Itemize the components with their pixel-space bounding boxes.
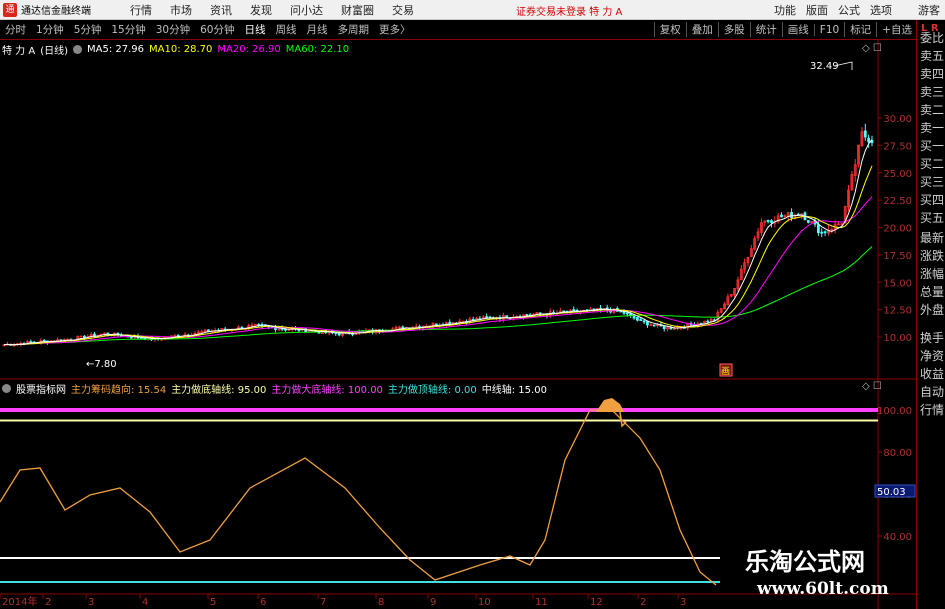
time-axis-label: 2 [640,597,646,608]
candle-body [646,321,649,326]
indicator-info: 股票指标网 主力筹码趋向: 15.54 主力做底轴线: 95.00 主力做大底轴… [2,381,552,396]
indicator-window-control-icons[interactable]: ◇ ☐ [862,381,882,392]
ma5-label: MA5: 27.96 [87,43,145,55]
time-axis-label: 4 [142,597,148,608]
candle-body [706,320,710,323]
time-axis-label: 8 [378,597,384,608]
stock-name: 特 力 A [2,45,36,57]
candle-body [129,336,133,339]
ma20-line [3,196,873,346]
price-tick-label: 10.00 [883,333,912,344]
watermark-title: 乐淘公式网 [745,548,865,576]
price-tick-label: 20.00 [883,224,912,235]
price-tick-label: 30.00 [883,114,912,125]
candle-body [806,220,810,223]
main-chart-info: 特 力 A (日线) MA5: 27.96 MA10: 28.70 MA20: … [2,42,354,57]
ma60-label: MA60: 22.10 [285,43,350,55]
ma60-line [3,246,873,346]
time-axis-label: 3 [680,597,686,608]
time-axis-label: 11 [535,597,548,608]
candle-body [867,137,871,143]
indicator-item-top-axis: 主力做顶轴线: 0.00 [387,384,477,396]
ma10-label: MA10: 28.70 [149,43,213,55]
time-axis-label: 10 [478,597,491,608]
price-tick-label: 17.50 [883,251,912,262]
time-axis-label: 6 [260,597,266,608]
ma10-line [3,165,873,346]
candle-body [790,212,793,219]
indicator-item-mid-axis: 中线轴: 15.00 [481,384,547,396]
peak-arrow [619,411,627,428]
ma20-label: MA20: 26.90 [217,43,281,55]
candle-body [652,324,656,327]
candle-body [863,130,867,138]
candle-body [780,214,783,218]
time-axis-label: 9 [430,597,436,608]
peak-marker [596,398,624,412]
indicator-settings-icon[interactable] [2,383,11,393]
indicator-item-bottom-axis: 主力做底轴线: 95.00 [171,384,267,396]
candle-body [485,316,488,318]
indicator-tick-label: 100.00 [877,406,912,417]
indicator-tick-label: 80.00 [883,448,912,459]
time-axis-label: 12 [590,597,603,608]
settings-icon[interactable] [73,44,83,54]
time-axis-label: 5 [210,597,216,608]
kline-chart[interactable]: 30.00 27.50 25.00 22.50 20.00 17.50 15.00 12.50… [0,0,945,609]
event-marker-label: 画 [721,366,730,377]
price-tick-label: 27.50 [883,141,912,152]
candle-body [642,320,646,323]
candle-body [816,224,820,234]
big-bottom-axis-line [0,408,878,412]
candle-body [448,321,452,325]
watermark-url: www.60lt.com [757,579,889,599]
indicator-tick-label: 40.00 [883,532,912,543]
candle-body [636,317,639,321]
time-axis-label: 3 [88,597,94,608]
time-axis-label: 2014年 [2,595,37,608]
candle-body [337,333,341,336]
price-tick-label: 12.50 [883,306,912,317]
candle-body [622,311,626,314]
chart-period: (日线) [40,45,69,57]
candle-body [770,220,773,223]
indicator-current-value: 50.03 [877,487,906,498]
low-price-label: ←7.80 [86,359,117,370]
high-price-label: 32.49 [810,61,839,72]
candle-body [42,339,46,342]
candle-body [639,319,643,321]
candle-body [669,327,673,330]
candle-body [625,312,629,315]
candle-body [766,220,770,222]
candle-body [589,308,592,311]
price-tick-label: 22.50 [883,196,912,207]
time-axis-label: 2 [45,597,51,608]
candle-body [823,231,827,234]
time-axis-label: 7 [320,597,326,608]
price-tick-label: 15.00 [883,278,912,289]
indicator-item-big-bottom-axis: 主力做大底轴线: 100.00 [271,384,383,396]
window-control-icons[interactable]: ◇ ☐ [862,43,882,54]
indicator-item-trend: 主力筹码趋向: 15.54 [71,384,167,396]
candle-body [572,309,576,311]
candle-body [820,231,824,234]
price-tick-label: 25.00 [883,169,912,180]
indicator-name: 股票指标网 [16,384,66,396]
